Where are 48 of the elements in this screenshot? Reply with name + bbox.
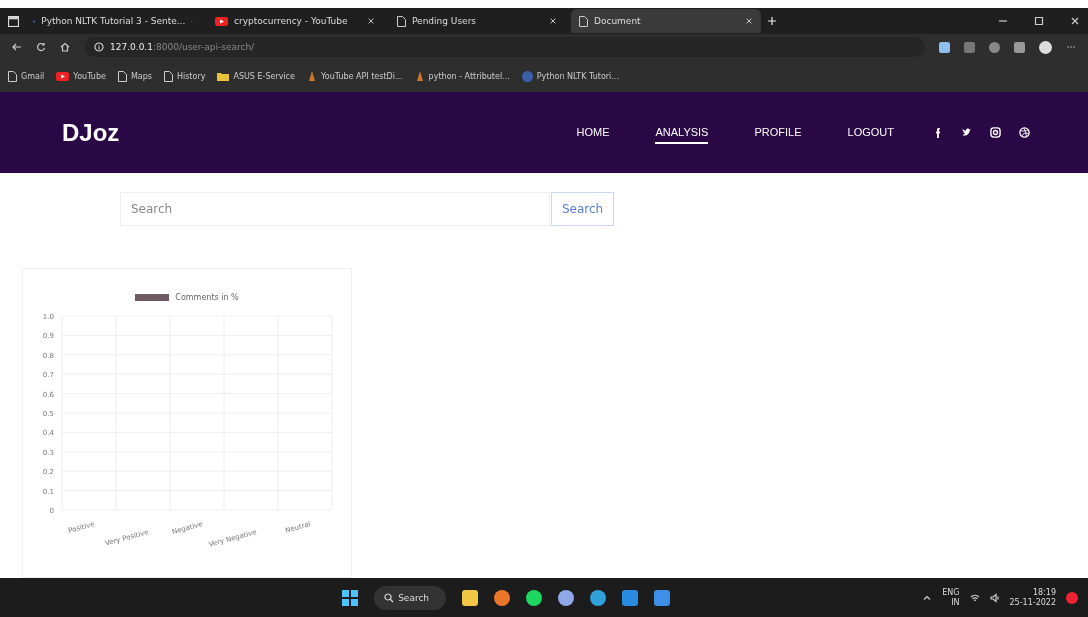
twitter-icon[interactable]: [961, 127, 972, 138]
browser-tab[interactable]: Document: [571, 9, 761, 33]
home-icon[interactable]: [60, 42, 70, 52]
info-icon[interactable]: [94, 42, 104, 52]
bookmark[interactable]: YouTube API testDi...: [306, 71, 403, 81]
bookmark[interactable]: History: [163, 70, 206, 82]
bookmark[interactable]: Maps: [117, 70, 152, 82]
notification-icon: [1066, 591, 1078, 604]
speaker-icon[interactable]: [989, 592, 1000, 603]
page-icon: [579, 15, 588, 27]
bookmark[interactable]: ASUS E-Service: [217, 71, 295, 81]
address-field[interactable]: 127.0.0.1:8000/user-api-search/: [84, 37, 925, 57]
page-icon: [8, 70, 17, 82]
instagram-icon[interactable]: [990, 127, 1001, 138]
maximize-icon[interactable]: [1034, 16, 1044, 26]
nav-link[interactable]: LOGOUT: [847, 121, 894, 144]
bookmark[interactable]: Gmail: [8, 70, 45, 82]
youtube-icon: [215, 16, 228, 26]
youtube-icon: [56, 71, 70, 81]
page-icon: [117, 70, 127, 82]
legend-swatch: [135, 294, 170, 301]
nav-link[interactable]: ANALYSIS: [655, 121, 709, 144]
clock[interactable]: 18:19 25-11-2022: [1009, 587, 1056, 608]
legend-label: Comments in %: [175, 293, 239, 302]
dribbble-icon[interactable]: [1019, 127, 1030, 138]
page-icon: [397, 15, 406, 27]
search-field[interactable]: Search: [120, 192, 550, 226]
nav-link[interactable]: PROFILE: [754, 121, 802, 144]
taskbar-search[interactable]: Search: [374, 585, 447, 610]
browser-tab[interactable]: cryptocurrency - YouTube: [207, 9, 383, 33]
bookmark[interactable]: python - Attributel...: [414, 71, 510, 81]
wifi-icon[interactable]: [969, 592, 980, 603]
back-icon[interactable]: [12, 42, 22, 52]
browser-tab[interactable]: Pending Users: [389, 9, 565, 33]
reload-icon[interactable]: [36, 42, 46, 52]
bookmark[interactable]: Python NLTK Tutori...: [521, 70, 619, 82]
avatar-icon: [1039, 40, 1052, 54]
brand-logo[interactable]: DJoz: [62, 118, 531, 147]
page-icon: [163, 70, 173, 82]
bookmark[interactable]: YouTube: [56, 71, 106, 81]
tab-actions-icon[interactable]: [8, 15, 19, 27]
nav-link[interactable]: HOME: [576, 121, 610, 144]
windows-icon[interactable]: [342, 589, 359, 606]
browser-tab[interactable]: Python NLTK Tutorial 3 - Sente...: [25, 9, 201, 33]
search-button[interactable]: Search: [551, 192, 615, 226]
language-indicator[interactable]: ENG IN: [942, 587, 960, 608]
search-icon[interactable]: [384, 592, 395, 603]
new-tab-icon[interactable]: [767, 16, 777, 26]
